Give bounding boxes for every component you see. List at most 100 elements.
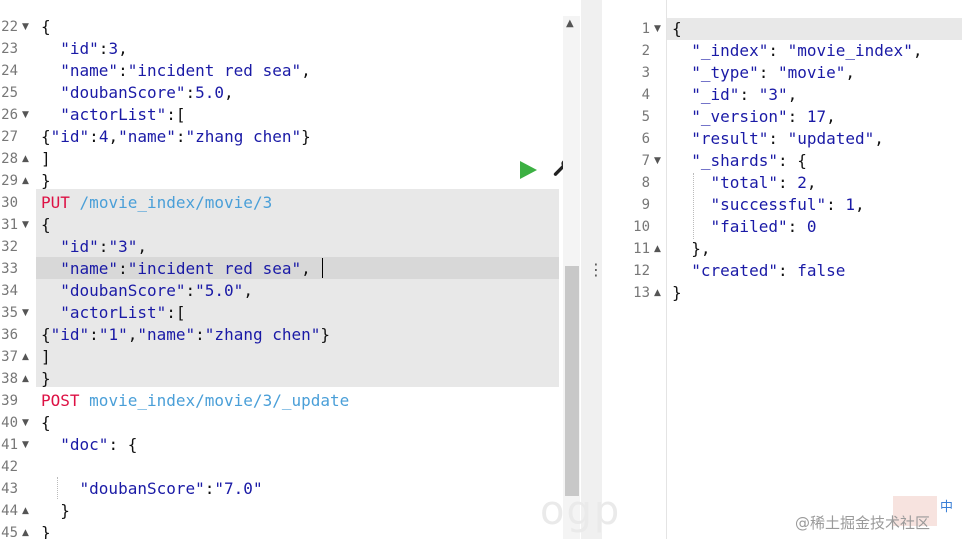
- code-line[interactable]: "result": "updated",: [672, 128, 884, 150]
- line-number: 37: [1, 349, 18, 365]
- line-number: 31: [1, 217, 18, 233]
- code-line[interactable]: }: [41, 170, 51, 192]
- indent-guide: [693, 173, 694, 239]
- text-cursor: [322, 258, 323, 278]
- watermark-text: @稀土掘金技术社区: [795, 514, 931, 532]
- response-viewer[interactable]: 1 ▼{2 "_index": "movie_index", 3 "_type": …: [602, 0, 962, 539]
- request-editor[interactable]: 22 ▼{23 "id":3, 24 "name":"incident red se…: [0, 0, 581, 539]
- line-number: 39: [1, 393, 18, 409]
- line-number: 41: [1, 437, 18, 453]
- fold-toggle-icon[interactable]: ▲: [22, 500, 29, 522]
- line-number: 36: [1, 327, 18, 343]
- response-active-line: [667, 18, 962, 40]
- scrollbar-thumb[interactable]: [565, 266, 579, 496]
- line-number: 38: [1, 371, 18, 387]
- fold-toggle-icon[interactable]: ▲: [654, 238, 661, 260]
- line-number: 13: [633, 285, 650, 301]
- code-line[interactable]: ]: [41, 346, 51, 368]
- line-number: 42: [1, 459, 18, 475]
- line-number: 28: [1, 151, 18, 167]
- code-line[interactable]: {: [672, 18, 682, 40]
- line-number: 4: [641, 87, 650, 103]
- line-number: 27: [1, 129, 18, 145]
- code-line[interactable]: "_id": "3",: [672, 84, 797, 106]
- code-line[interactable]: },: [672, 238, 710, 260]
- ime-indicator: 中: [940, 500, 954, 515]
- code-line[interactable]: "name":"incident red sea",: [41, 258, 310, 280]
- line-number: 34: [1, 283, 18, 299]
- code-line[interactable]: "created": false: [672, 260, 845, 282]
- line-number: 30: [1, 195, 18, 211]
- code-line[interactable]: {"id":"1","name":"zhang chen"}: [41, 324, 330, 346]
- fold-toggle-icon[interactable]: ▼: [22, 214, 29, 236]
- code-line[interactable]: POST movie_index/movie/3/_update: [41, 390, 349, 412]
- line-number: 23: [1, 41, 18, 57]
- background-watermark: ogp: [540, 488, 622, 534]
- code-line[interactable]: {: [41, 16, 51, 38]
- line-number: 22: [1, 19, 18, 35]
- line-number: 6: [641, 131, 650, 147]
- line-number: 8: [641, 175, 650, 191]
- fold-toggle-icon[interactable]: ▼: [654, 150, 661, 172]
- code-line[interactable]: PUT /movie_index/movie/3: [41, 192, 272, 214]
- code-line[interactable]: "name":"incident red sea",: [41, 60, 310, 82]
- line-number: 26: [1, 107, 18, 123]
- code-line[interactable]: "doubanScore":5.0,: [41, 82, 233, 104]
- code-line[interactable]: ]: [41, 148, 51, 170]
- line-number: 40: [1, 415, 18, 431]
- fold-toggle-icon[interactable]: ▲: [22, 522, 29, 539]
- line-number: 12: [633, 263, 650, 279]
- fold-toggle-icon[interactable]: ▲: [22, 170, 29, 192]
- code-line[interactable]: "doubanScore":"5.0",: [41, 280, 253, 302]
- line-number: 43: [1, 481, 18, 497]
- line-number: 1: [641, 21, 650, 37]
- fold-toggle-icon[interactable]: ▼: [22, 412, 29, 434]
- code-line[interactable]: "doubanScore":"7.0": [41, 478, 263, 500]
- code-line[interactable]: "actorList":[: [41, 302, 185, 324]
- fold-toggle-icon[interactable]: ▲: [654, 282, 661, 304]
- code-line[interactable]: "_shards": {: [672, 150, 807, 172]
- code-line[interactable]: }: [41, 368, 51, 390]
- code-line[interactable]: "successful": 1,: [672, 194, 865, 216]
- fold-toggle-icon[interactable]: ▲: [22, 148, 29, 170]
- code-line[interactable]: "actorList":[: [41, 104, 185, 126]
- line-number: 7: [641, 153, 650, 169]
- indent-guide: [57, 477, 58, 499]
- line-number: 35: [1, 305, 18, 321]
- line-number: 9: [641, 197, 650, 213]
- code-line[interactable]: }: [41, 500, 70, 522]
- fold-toggle-icon[interactable]: ▼: [22, 104, 29, 126]
- line-number: 29: [1, 173, 18, 189]
- run-request-icon[interactable]: [520, 161, 537, 179]
- line-number: 25: [1, 85, 18, 101]
- line-number: 33: [1, 261, 18, 277]
- code-line[interactable]: "_index": "movie_index",: [672, 40, 922, 62]
- line-number: 11: [633, 241, 650, 257]
- code-line[interactable]: "_version": 17,: [672, 106, 836, 128]
- line-number: 10: [633, 219, 650, 235]
- fold-toggle-icon[interactable]: ▲: [22, 346, 29, 368]
- line-number: 5: [641, 109, 650, 125]
- fold-toggle-icon[interactable]: ▼: [22, 302, 29, 324]
- scroll-up-arrow-icon[interactable]: ▲: [566, 18, 574, 29]
- line-number: 24: [1, 63, 18, 79]
- line-number: 44: [1, 503, 18, 519]
- pane-resize-divider[interactable]: ⋮: [581, 0, 604, 539]
- line-number: 3: [641, 65, 650, 81]
- code-line[interactable]: {: [41, 214, 51, 236]
- code-line[interactable]: {"id":4,"name":"zhang chen"}: [41, 126, 311, 148]
- code-line[interactable]: "id":3,: [41, 38, 127, 60]
- code-line[interactable]: "_type": "movie",: [672, 62, 855, 84]
- fold-toggle-icon[interactable]: ▼: [654, 18, 661, 40]
- fold-toggle-icon[interactable]: ▼: [22, 434, 29, 456]
- line-number: 32: [1, 239, 18, 255]
- line-number: 2: [641, 43, 650, 59]
- code-line[interactable]: "doc": {: [41, 434, 137, 456]
- fold-toggle-icon[interactable]: ▼: [22, 16, 29, 38]
- code-line[interactable]: }: [41, 522, 51, 539]
- fold-toggle-icon[interactable]: ▲: [22, 368, 29, 390]
- code-line[interactable]: }: [672, 282, 682, 304]
- code-line[interactable]: "id":"3",: [41, 236, 147, 258]
- line-number: 45: [1, 525, 18, 539]
- code-line[interactable]: {: [41, 412, 51, 434]
